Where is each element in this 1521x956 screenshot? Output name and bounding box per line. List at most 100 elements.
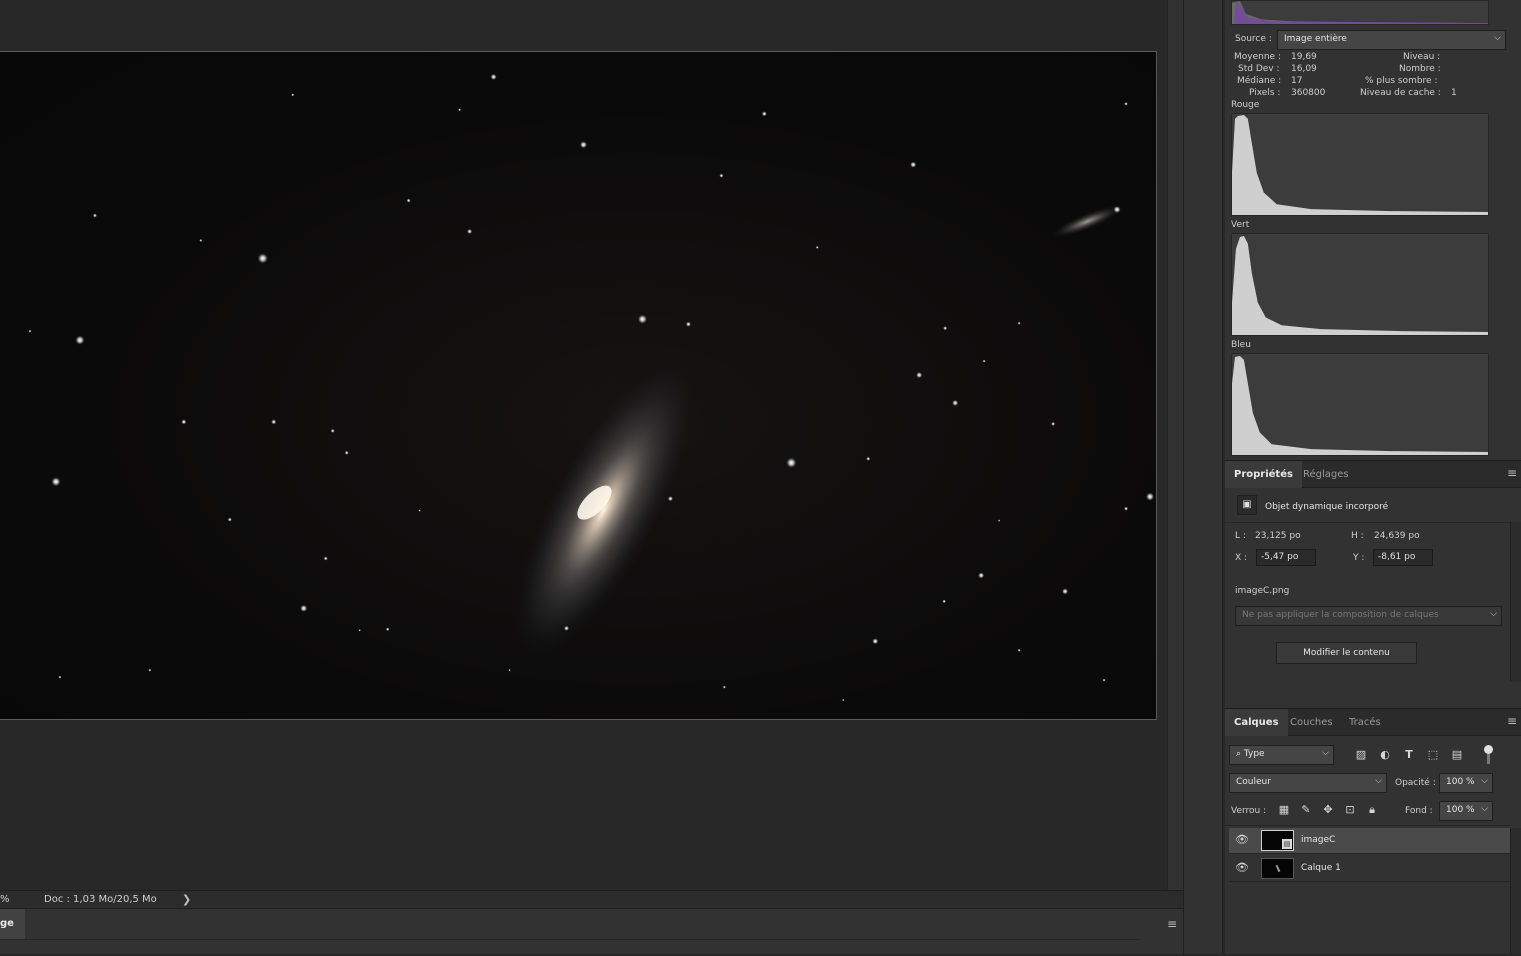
histogram-red <box>1231 113 1489 216</box>
lock-label: Verrou : <box>1231 806 1267 816</box>
layer-name[interactable]: imageC <box>1301 835 1335 845</box>
stat-mediane-label: Médiane : <box>1237 76 1282 86</box>
channel-label-red: Rouge <box>1231 100 1260 110</box>
galaxy-thumbnail-mark <box>1275 864 1281 873</box>
bottom-panel-tab[interactable]: ge <box>0 909 25 939</box>
status-bar: % Doc : 1,03 Mo/20,5 Mo ❯ <box>0 890 1183 908</box>
edit-contents-button[interactable]: Modifier le contenu <box>1276 642 1417 664</box>
properties-body: ▣ Objet dynamique incorporé L : 23,125 p… <box>1225 488 1521 708</box>
layer-thumbnail <box>1261 858 1294 879</box>
stat-cache-label: Niveau de cache : <box>1360 88 1441 98</box>
stat-moyenne-value: 19,69 <box>1291 52 1317 62</box>
layer-comp-select: Ne pas appliquer la composition de calqu… <box>1235 606 1502 626</box>
filter-shape-icon[interactable]: ⬚ <box>1425 748 1441 762</box>
chevron-down-icon: ⌵ <box>1322 748 1329 758</box>
stat-moyenne-label: Moyenne : <box>1234 52 1281 62</box>
stat-niveau-label: Niveau : <box>1403 52 1441 62</box>
lock-position-icon[interactable]: ✥ <box>1320 803 1336 817</box>
eye-icon[interactable]: 👁︎ <box>1235 834 1249 845</box>
lock-brush-icon[interactable]: ✎ <box>1298 803 1314 817</box>
tab-proprietes[interactable]: Propriétés <box>1225 461 1302 488</box>
zoom-level[interactable]: % <box>0 894 10 905</box>
stat-stddev-value: 16,09 <box>1291 64 1317 74</box>
layers-tabbar: Calques Couches Tracés ≡ <box>1225 708 1521 736</box>
opacity-label: Opacité : <box>1395 778 1436 788</box>
stat-nombre-label: Nombre : <box>1399 64 1441 74</box>
tab-calques[interactable]: Calques <box>1225 709 1288 736</box>
filter-pixel-icon[interactable]: ▨ <box>1353 748 1369 762</box>
source-select[interactable]: Image entière ⌵ <box>1277 30 1506 50</box>
channel-label-green: Vert <box>1231 220 1250 230</box>
chevron-down-icon: ⌵ <box>1375 776 1382 786</box>
right-panel-column: Source : Image entière ⌵ Moyenne : 19,69… <box>1225 0 1521 954</box>
search-icon: ⌕ <box>1236 749 1244 759</box>
hamburger-icon[interactable]: ≡ <box>1507 466 1517 480</box>
status-menu-arrow-icon[interactable]: ❯ <box>182 893 191 906</box>
layer-thumbnail: ▤ <box>1261 830 1294 851</box>
eye-icon[interactable]: 👁︎ <box>1235 862 1249 873</box>
y-label: Y : <box>1353 553 1365 563</box>
document-size-info: Doc : 1,03 Mo/20,5 Mo <box>44 894 157 905</box>
document-image-galaxy[interactable] <box>0 51 1157 720</box>
fill-value: 100 % <box>1446 805 1475 815</box>
chevron-down-icon: ⌵ <box>1481 804 1488 814</box>
source-label: Source : <box>1235 34 1272 44</box>
galaxy-photo <box>28 73 1155 702</box>
width-label: L : <box>1235 531 1246 541</box>
stat-pixels-value: 360800 <box>1291 88 1326 98</box>
properties-scrollbar[interactable] <box>1510 522 1521 682</box>
lock-artboard-icon[interactable]: ⊡ <box>1342 803 1358 817</box>
object-type-label: Objet dynamique incorporé <box>1265 502 1389 512</box>
panel-dock-gutter <box>1183 0 1223 954</box>
layer-filter-select[interactable]: ⌕ Type ⌵ <box>1229 745 1334 765</box>
hamburger-icon[interactable]: ≡ <box>1507 714 1517 728</box>
tab-couches[interactable]: Couches <box>1281 709 1342 736</box>
filter-toggle-icon[interactable] <box>1484 745 1493 754</box>
chevron-down-icon: ⌵ <box>1490 609 1497 619</box>
divider <box>1225 825 1510 826</box>
opacity-field[interactable]: 100 % ⌵ <box>1439 773 1493 793</box>
height-value[interactable]: 24,639 po <box>1374 531 1420 541</box>
histogram-blue <box>1231 353 1489 456</box>
width-value[interactable]: 23,125 po <box>1255 531 1301 541</box>
blend-mode-select[interactable]: Couleur ⌵ <box>1229 773 1387 793</box>
histogram-green <box>1231 233 1489 336</box>
chevron-down-icon: ⌵ <box>1494 33 1501 43</box>
x-position-field[interactable]: -5,47 po <box>1256 549 1316 566</box>
filter-smart-object-icon[interactable]: ▤ <box>1449 748 1465 762</box>
lock-all-icon[interactable]: 🔒︎ <box>1364 803 1380 817</box>
lock-transparency-icon[interactable]: ▦ <box>1276 803 1292 817</box>
tab-reglages[interactable]: Réglages <box>1294 461 1358 488</box>
smart-object-icon: ▣ <box>1237 495 1257 515</box>
opacity-value: 100 % <box>1446 777 1475 787</box>
stat-mediane-value: 17 <box>1291 76 1303 86</box>
linked-filename: imageC.png <box>1235 586 1290 596</box>
properties-tabbar: Propriétés Réglages ≡ <box>1225 460 1521 488</box>
source-select-value: Image entière <box>1284 34 1347 44</box>
bottom-panel-toolbar <box>0 939 1140 956</box>
bottom-panel: ge ≡ <box>0 908 1183 954</box>
fill-field[interactable]: 100 % ⌵ <box>1439 801 1493 821</box>
stat-pixels-label: Pixels : <box>1249 88 1281 98</box>
layer-filter-value: Type <box>1243 749 1265 759</box>
stat-sombre-label: % plus sombre : <box>1365 76 1438 86</box>
y-position-field[interactable]: -8,61 po <box>1373 549 1433 566</box>
layer-row-calque-1[interactable]: 👁︎ Calque 1 <box>1229 856 1510 882</box>
layer-comp-select-value: Ne pas appliquer la composition de calqu… <box>1242 610 1439 620</box>
filter-type-icon[interactable]: T <box>1401 748 1417 762</box>
vertical-scrollbar[interactable] <box>1167 0 1183 890</box>
filter-adjustment-icon[interactable]: ◐ <box>1377 748 1393 762</box>
hamburger-icon[interactable]: ≡ <box>1167 917 1177 931</box>
x-label: X : <box>1235 553 1248 563</box>
height-label: H : <box>1351 531 1364 541</box>
histogram-overview <box>1231 0 1489 25</box>
stat-cache-value: 1 <box>1451 88 1457 98</box>
channel-label-blue: Bleu <box>1231 340 1251 350</box>
layer-name[interactable]: Calque 1 <box>1301 863 1341 873</box>
filter-toggle-stem <box>1487 754 1490 764</box>
layer-row-imageC[interactable]: 👁︎ ▤ imageC <box>1229 828 1510 854</box>
document-canvas-area[interactable] <box>0 0 1167 890</box>
layers-scrollbar[interactable] <box>1510 828 1521 954</box>
chevron-down-icon: ⌵ <box>1481 776 1488 786</box>
tab-traces[interactable]: Tracés <box>1340 709 1390 736</box>
